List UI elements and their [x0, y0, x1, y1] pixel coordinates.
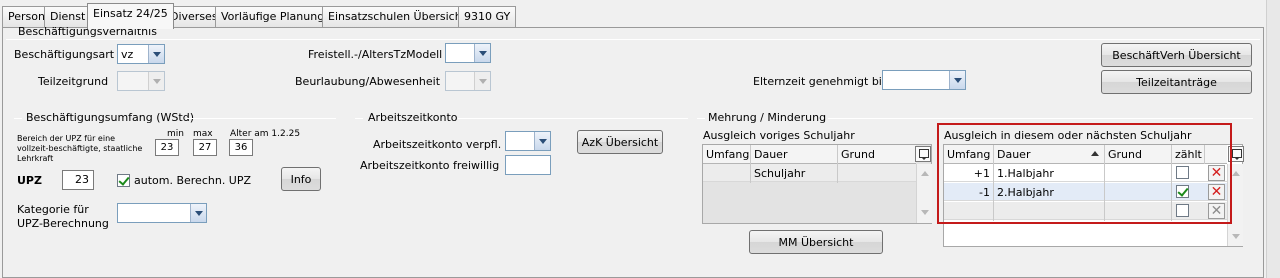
tab-vorlaeufige-planung[interactable]: Vorläufige Planung [215, 6, 331, 28]
combo-arrow-icon[interactable] [474, 44, 490, 62]
divider [828, 118, 1253, 119]
teilzeitantraege-button[interactable]: Teilzeitanträge [1101, 70, 1252, 94]
alter-value: 36 [229, 139, 253, 156]
cell-dauer: Schuljahr [751, 164, 838, 183]
teilzeitgrund-label: Teilzeitgrund [38, 75, 109, 88]
min-label: min [167, 129, 184, 139]
grid-header: Umfang Dauer Grund [703, 145, 916, 164]
window-scrollbar[interactable] [1266, 0, 1280, 278]
upz-label: UPZ [17, 174, 42, 187]
col-umfang[interactable]: Umfang [703, 145, 751, 164]
azk-freiwillig-label: Arbeitszeitkonto freiwillig [360, 159, 500, 172]
kategorie-label: Kategorie für UPZ-Berechnung [17, 203, 109, 230]
divider [6, 39, 1260, 40]
table-row[interactable]: Schuljahr [703, 164, 916, 183]
divider [14, 118, 22, 119]
mm-uebersicht-button[interactable]: MM Übersicht [749, 230, 883, 254]
col-dauer[interactable]: Dauer [751, 145, 838, 164]
kategorie-select[interactable] [117, 203, 207, 223]
tab-einsatzschulen[interactable]: Einsatzschulen Übersicht [322, 6, 472, 28]
combo-arrow-icon[interactable] [190, 204, 206, 222]
autom-berechnung-label: autom. Berechn. UPZ [134, 174, 252, 187]
combo-arrow-icon[interactable] [474, 72, 490, 90]
beschverh-uebersicht-button[interactable]: BeschäftVerh Übersicht [1101, 43, 1252, 67]
beschaeftigungsart-select[interactable]: vz [117, 44, 165, 64]
combo-arrow-icon[interactable] [534, 132, 550, 150]
upz-range-description: Bereich der UPZ für eine vollzeit-beschä… [17, 134, 143, 163]
scroll-up-icon[interactable] [1232, 171, 1240, 176]
elternzeit-select[interactable] [882, 70, 966, 90]
azk-uebersicht-button[interactable]: AzK Übersicht [577, 130, 663, 154]
combo-arrow-icon[interactable] [148, 45, 164, 63]
grid-menu-icon[interactable] [915, 146, 931, 162]
max-label: max [193, 129, 213, 139]
azk-verpfl-select[interactable] [505, 131, 551, 151]
azk-verpfl-label: Arbeitszeitkonto verpfl. [373, 138, 502, 151]
scroll-up-icon[interactable] [921, 171, 929, 176]
elternzeit-label: Elternzeit genehmigt bis [753, 75, 888, 88]
highlight-frame [937, 123, 1232, 224]
divider [186, 118, 336, 119]
scroll-down-icon[interactable] [1232, 234, 1240, 239]
tab-bar: Person Dienst Einsatz 24/25 Diverses Vor… [0, 0, 1280, 29]
freistell-label: Freistell.-/AltersTzModell [308, 48, 443, 61]
tab-einsatz[interactable]: Einsatz 24/25 [87, 3, 174, 29]
cell-umfang [703, 164, 751, 183]
scroll-down-icon[interactable] [921, 210, 929, 215]
combo-arrow-icon[interactable] [949, 71, 965, 89]
alter-label: Alter am 1.2.25 [230, 129, 301, 139]
upz-max-value: 27 [193, 139, 217, 156]
upz-input[interactable]: 23 [62, 170, 94, 190]
col-grund[interactable]: Grund [838, 145, 916, 164]
divider [458, 118, 688, 119]
beurlaubung-select[interactable] [445, 71, 491, 91]
tab-9310gy[interactable]: 9310 GY [458, 6, 517, 28]
section-beschaeftigungsumfang: Beschäftigungsumfang (WStd) [26, 111, 194, 124]
autom-berechnung-checkbox[interactable] [117, 174, 130, 187]
section-mehrung-minderung: Mehrung / Minderung [708, 111, 827, 124]
upz-min-value: 23 [155, 139, 179, 156]
freistell-select[interactable] [445, 43, 491, 63]
combo-arrow-icon[interactable] [148, 72, 164, 90]
teilzeitgrund-select[interactable] [117, 71, 165, 91]
azk-freiwillig-input[interactable] [505, 155, 551, 175]
cell-grund [838, 164, 916, 183]
divider [697, 118, 705, 119]
prev-year-title: Ausgleich voriges Schuljahr [703, 129, 855, 142]
prev-year-grid[interactable]: Umfang Dauer Grund Schuljahr [702, 144, 932, 224]
divider [355, 118, 363, 119]
prev-grid-scrollbar[interactable] [916, 164, 932, 223]
info-button[interactable]: Info [281, 167, 321, 191]
beschaeftigungsart-label: Beschäftigungsart [14, 48, 115, 61]
beurlaubung-label: Beurlaubung/Abwesenheit [295, 75, 441, 88]
beschaeftigungsart-value: vz [121, 48, 134, 61]
section-arbeitszeitkonto: Arbeitszeitkonto [368, 111, 458, 124]
